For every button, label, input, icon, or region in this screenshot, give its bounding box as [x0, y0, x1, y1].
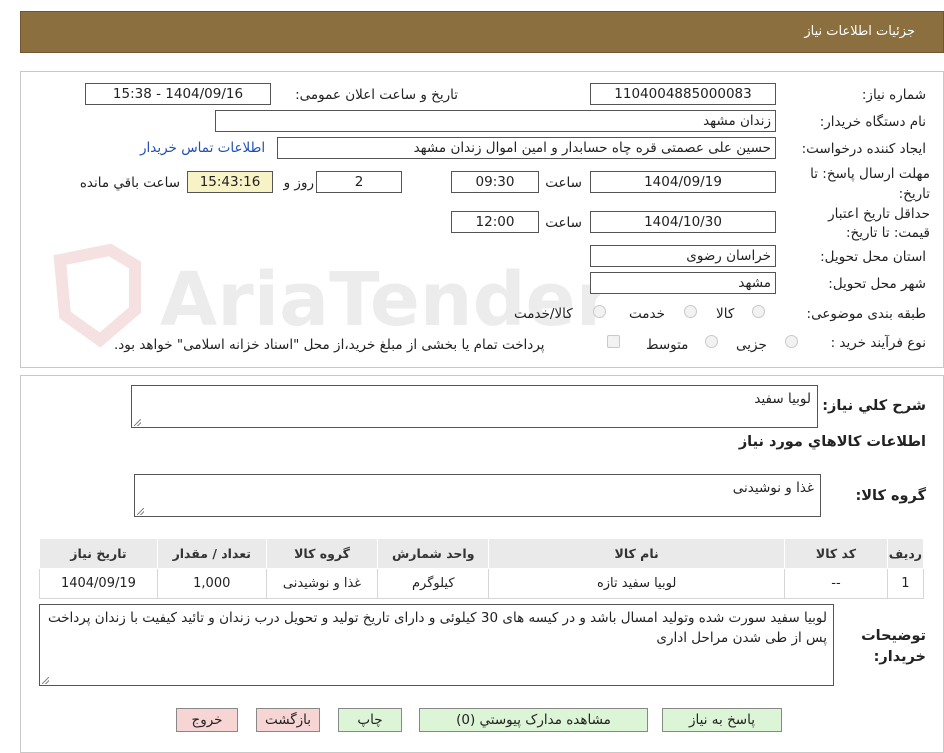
buyer-notes-text: لوبیا سفید سورت شده وتولید امسال باشد و …	[47, 610, 827, 646]
category-option-goods: کالا	[716, 306, 735, 322]
back-button[interactable]: بازگشت	[256, 708, 320, 732]
buyer-contact-link[interactable]: اطلاعات تماس خریدار	[140, 140, 265, 156]
days-label: روز و	[283, 175, 314, 191]
goods-group-label: گروه کالا:	[855, 488, 926, 504]
page-title: جزئیات اطلاعات نیاز	[804, 24, 915, 39]
process-label: نوع فرآیند خرید :	[830, 335, 926, 351]
city-label: شهر محل تحویل:	[828, 276, 926, 292]
category-radio-goods[interactable]	[752, 305, 765, 318]
goods-group-text: غذا و نوشیدنی	[732, 480, 814, 496]
goods-section-title: اطلاعات کالاهاي مورد نياز	[738, 434, 926, 450]
announce-field: 1404/09/16 - 15:38	[85, 83, 271, 105]
deadline-label: مهلت ارسال پاسخ: تا تاریخ:	[810, 166, 930, 202]
cell-row: 1	[886, 568, 925, 599]
process-option-minor: جزیی	[736, 337, 767, 353]
validity-time-field: 12:00	[451, 211, 539, 233]
resize-grip-icon[interactable]	[137, 508, 144, 515]
col-group-header: گروه کالا	[265, 538, 379, 569]
validity-time-label: ساعت	[545, 215, 582, 231]
description-textarea[interactable]: لوبیا سفید	[131, 385, 818, 428]
goods-group-textarea[interactable]: غذا و نوشیدنی	[134, 474, 821, 517]
buyer-notes-label: توضیحات خریدار:	[861, 628, 926, 665]
buyer-label: نام دستگاه خریدار:	[819, 114, 926, 130]
print-button[interactable]: چاپ	[338, 708, 402, 732]
col-date-header: تاريخ نياز	[39, 538, 158, 569]
exit-button[interactable]: خروج	[176, 708, 238, 732]
need-number-field: 1104004885000083	[590, 83, 776, 105]
items-table-header: رديف کد کالا نام کالا واحد شمارش گروه کا…	[39, 538, 925, 569]
cell-name: لوبیا سفید تازه	[488, 568, 786, 599]
remaining-label: ساعت باقي مانده	[79, 175, 180, 191]
reply-button[interactable]: پاسخ به نياز	[662, 708, 782, 732]
col-unit-header: واحد شمارش	[377, 538, 490, 569]
category-radio-service[interactable]	[684, 305, 697, 318]
days-field: 2	[316, 171, 402, 193]
resize-grip-icon[interactable]	[42, 677, 49, 684]
resize-grip-icon[interactable]	[134, 419, 141, 426]
province-field: خراسان رضوی	[590, 245, 776, 267]
category-option-goods-service: کالا/خدمت	[514, 306, 573, 322]
description-text: لوبیا سفید	[754, 391, 811, 407]
description-label: شرح کلي نياز:	[822, 398, 926, 414]
deadline-time-label: ساعت	[545, 175, 582, 191]
buyer-notes-textarea[interactable]: لوبیا سفید سورت شده وتولید امسال باشد و …	[39, 604, 834, 686]
deadline-time-field: 09:30	[451, 171, 539, 193]
items-table: رديف کد کالا نام کالا واحد شمارش گروه کا…	[39, 538, 925, 599]
validity-date-field: 1404/10/30	[590, 211, 776, 233]
creator-field: حسین علی عصمتی قره چاه حسابدار و امین ام…	[277, 137, 776, 159]
attachments-button[interactable]: مشاهده مدارک پیوستي (0)	[419, 708, 648, 732]
cell-group: غذا و نوشیدنی	[265, 568, 379, 599]
cell-qty: 1,000	[156, 568, 267, 599]
need-number-label: شماره نیاز:	[861, 87, 926, 103]
announce-label: تاریخ و ساعت اعلان عمومی:	[295, 87, 458, 103]
process-radio-minor[interactable]	[785, 335, 798, 348]
province-label: استان محل تحویل:	[820, 249, 926, 265]
table-row: 1 -- لوبیا سفید تازه کیلوگرم غذا و نوشید…	[39, 568, 925, 599]
validity-label: حداقل تاریخ اعتبار قیمت: تا تاریخ:	[828, 206, 930, 241]
payment-note: پرداخت تمام یا بخشی از مبلغ خرید،از محل …	[114, 337, 545, 353]
cell-unit: کیلوگرم	[377, 568, 490, 599]
deadline-date-field: 1404/09/19	[590, 171, 776, 193]
category-label: طبقه بندی موضوعی:	[806, 306, 926, 322]
category-option-service: خدمت	[629, 306, 665, 322]
col-qty-header: تعداد / مقدار	[156, 538, 267, 569]
page-header: جزئیات اطلاعات نیاز	[20, 11, 944, 53]
city-field: مشهد	[590, 272, 776, 294]
remaining-time-field: 15:43:16	[187, 171, 273, 193]
treasury-checkbox[interactable]	[607, 335, 620, 348]
col-name-header: نام کالا	[488, 538, 786, 569]
process-radio-medium[interactable]	[705, 335, 718, 348]
col-code-header: کد کالا	[784, 538, 888, 569]
process-option-medium: متوسط	[646, 337, 689, 353]
cell-code: --	[784, 568, 888, 599]
category-radio-goods-service[interactable]	[593, 305, 606, 318]
col-row-header: رديف	[886, 538, 925, 569]
cell-date: 1404/09/19	[39, 568, 158, 599]
buyer-field: زندان مشهد	[215, 110, 776, 132]
creator-label: ایجاد کننده درخواست:	[801, 141, 926, 157]
